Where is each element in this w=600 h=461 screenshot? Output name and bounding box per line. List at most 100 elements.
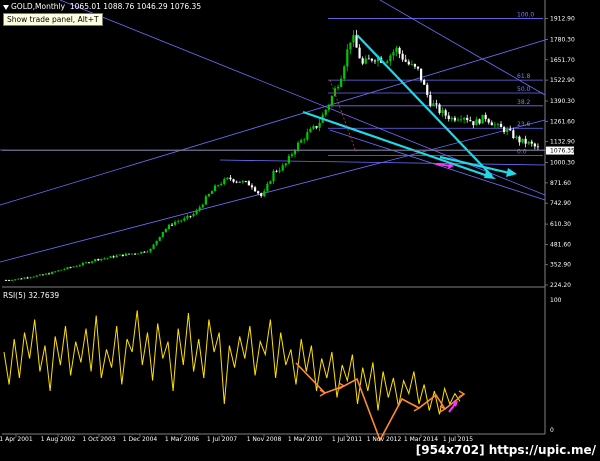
candle-body xyxy=(426,84,429,95)
rsi-label: RSI(5) 32.7639 xyxy=(3,291,60,300)
candle-body xyxy=(370,58,373,61)
candle-body xyxy=(392,52,395,56)
candle-body xyxy=(137,253,140,255)
candle-body xyxy=(4,280,8,281)
date-label: 1 Dec 2004 xyxy=(123,436,158,443)
candle-body xyxy=(130,253,134,255)
candle-body xyxy=(253,187,257,192)
candle-body xyxy=(340,78,343,87)
date-label: 1 Jul 2011 xyxy=(332,436,362,443)
candle-body xyxy=(44,273,48,275)
candle-body xyxy=(112,256,115,258)
candle-body xyxy=(419,68,423,81)
candle-body xyxy=(60,269,63,271)
candle-body xyxy=(51,271,54,275)
candle-body xyxy=(269,181,272,184)
candle-body xyxy=(263,191,266,197)
candle-body xyxy=(266,183,269,192)
date-label: 1 Mar 2006 xyxy=(165,436,199,443)
candle-body xyxy=(272,170,275,182)
candle-body xyxy=(343,66,346,79)
candle-body xyxy=(324,109,327,115)
candle-body xyxy=(69,267,72,269)
candle-body xyxy=(527,141,530,144)
candle-body xyxy=(66,267,69,270)
candle-body xyxy=(260,193,263,197)
candle-body xyxy=(493,124,496,126)
candle-body xyxy=(195,210,198,214)
candle-body xyxy=(201,204,204,208)
fib-label: 61.8 xyxy=(517,73,531,80)
candle-body xyxy=(318,122,321,128)
candle-body xyxy=(220,184,223,186)
candle-body xyxy=(106,257,109,259)
candle-body xyxy=(475,119,478,126)
price-label: 1261.60 xyxy=(550,118,575,125)
candle-body xyxy=(90,261,94,263)
rsi-line xyxy=(3,310,461,415)
candle-body xyxy=(29,277,32,279)
fib-label: 38.2 xyxy=(517,99,531,106)
candle-body xyxy=(47,273,51,275)
candle-body xyxy=(158,236,161,241)
candle-body xyxy=(250,185,254,188)
candle-body xyxy=(373,60,377,62)
candle-body xyxy=(97,259,100,261)
candle-body xyxy=(100,258,103,261)
candle-body xyxy=(506,129,509,133)
trendline xyxy=(59,0,546,196)
candle-body xyxy=(170,224,174,226)
arrow-icon xyxy=(506,168,517,177)
price-label: 1132.90 xyxy=(550,139,575,146)
candle-body xyxy=(499,123,503,128)
candle-body xyxy=(87,262,91,264)
candle-body xyxy=(174,222,177,225)
candle-body xyxy=(456,119,460,121)
candle-body xyxy=(103,258,106,260)
candle-body xyxy=(509,129,512,131)
candle-body xyxy=(463,117,466,120)
candle-body xyxy=(244,181,247,182)
candle-body xyxy=(124,253,128,256)
candle-body xyxy=(94,259,97,262)
candle-body xyxy=(401,53,404,60)
price-label: 1390.30 xyxy=(550,98,575,105)
candle-body xyxy=(281,165,284,171)
candle-body xyxy=(416,66,420,69)
candle-body xyxy=(404,59,407,62)
candle-body xyxy=(54,271,57,273)
date-label: 1 Nov 2012 xyxy=(367,436,402,443)
candle-body xyxy=(143,251,146,253)
candle-body xyxy=(118,254,121,256)
candle-body xyxy=(459,119,463,121)
symbol-label: GOLD,Monthly xyxy=(11,2,66,11)
candle-body xyxy=(278,170,281,172)
candle-body xyxy=(198,207,201,211)
chart-canvas[interactable]: 100.0 61.8 50.0 38.2 23.6 0.0 1912.90 1780.30 1… xyxy=(0,0,600,461)
date-label: 1 Nov 2008 xyxy=(247,436,282,443)
candle-body xyxy=(364,58,367,64)
candle-body xyxy=(134,253,137,255)
price-label: 224.20 xyxy=(550,282,571,289)
chart-header: GOLD,Monthly 1065.01 1088.76 1046.29 107… xyxy=(3,2,201,11)
candle-body xyxy=(413,63,417,67)
candle-body xyxy=(487,119,490,123)
candle-body xyxy=(238,181,241,183)
candle-body xyxy=(229,177,232,180)
candle-body xyxy=(490,122,493,126)
candle-body xyxy=(63,269,66,270)
candle-body xyxy=(235,181,238,183)
candle-body xyxy=(441,110,444,113)
trendline xyxy=(0,119,546,263)
candle-body xyxy=(429,94,432,106)
candle-body xyxy=(361,58,364,64)
candle-body xyxy=(296,142,300,151)
price-label: 481.60 xyxy=(550,241,571,248)
chevron-down-icon[interactable] xyxy=(3,4,9,10)
candle-body xyxy=(336,86,340,89)
price-label: 352.90 xyxy=(550,262,571,269)
candle-body xyxy=(398,47,401,54)
fib-label: 0.0 xyxy=(517,148,527,155)
drawn-annotations xyxy=(302,34,517,179)
candle-body xyxy=(309,128,312,133)
